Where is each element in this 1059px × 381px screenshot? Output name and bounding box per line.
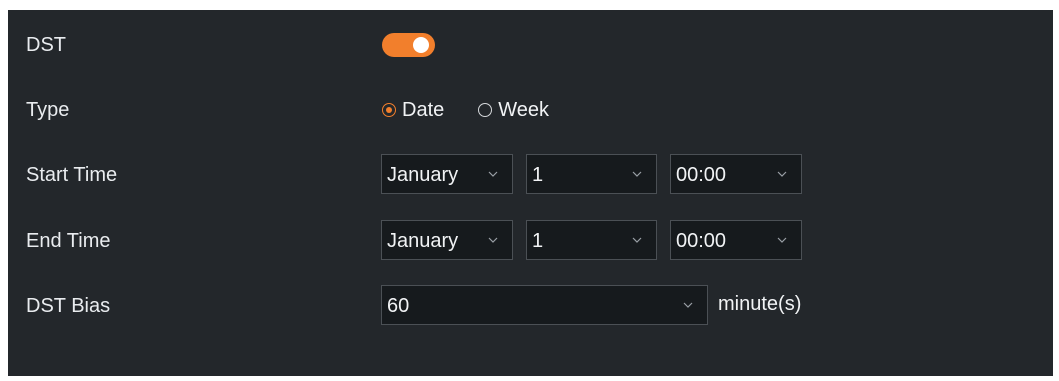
end-time-value: 00:00 — [676, 230, 727, 252]
dst-settings-panel: DST Type Date Week Start Time January 1 … — [8, 10, 1053, 376]
start-month-select[interactable]: January — [381, 154, 513, 194]
start-time-label: Start Time — [26, 164, 118, 186]
start-month-value: January — [387, 164, 459, 186]
end-month-select[interactable]: January — [381, 220, 513, 260]
start-time-value: 00:00 — [676, 164, 727, 186]
chevron-down-icon — [488, 171, 498, 177]
start-time-select[interactable]: 00:00 — [670, 154, 802, 194]
end-time-label: End Time — [26, 230, 111, 252]
chevron-down-icon — [683, 302, 693, 308]
start-day-value: 1 — [532, 164, 544, 186]
end-day-value: 1 — [532, 230, 544, 252]
type-label: Type — [26, 99, 70, 121]
type-option-week[interactable]: Week — [478, 99, 549, 122]
dst-bias-label: DST Bias — [26, 295, 111, 317]
radio-selected-icon — [382, 103, 396, 117]
chevron-down-icon — [777, 237, 787, 243]
dst-bias-unit: minute(s) — [718, 293, 802, 315]
dst-bias-value: 60 — [387, 295, 410, 317]
start-day-select[interactable]: 1 — [526, 154, 657, 194]
chevron-down-icon — [632, 237, 642, 243]
dst-toggle[interactable] — [382, 33, 435, 57]
end-month-value: January — [387, 230, 459, 252]
type-option-date[interactable]: Date — [382, 99, 444, 122]
end-time-select[interactable]: 00:00 — [670, 220, 802, 260]
type-option-date-label: Date — [402, 98, 445, 121]
end-day-select[interactable]: 1 — [526, 220, 657, 260]
type-radio-group: Date Week — [382, 98, 583, 122]
toggle-knob — [413, 37, 429, 53]
chevron-down-icon — [488, 237, 498, 243]
radio-unselected-icon — [478, 103, 493, 117]
chevron-down-icon — [777, 171, 787, 177]
chevron-down-icon — [632, 171, 642, 177]
dst-label: DST — [26, 34, 66, 56]
type-option-week-label: Week — [498, 98, 550, 121]
dst-bias-select[interactable]: 60 — [381, 285, 708, 325]
